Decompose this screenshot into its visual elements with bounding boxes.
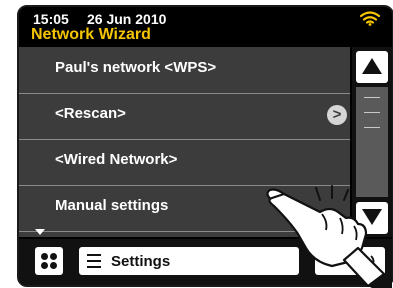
- grid-icon: [41, 262, 48, 269]
- scroll-up-button[interactable]: [356, 51, 388, 83]
- menu-item-label: <Wired Network>: [55, 151, 178, 168]
- menu-item-label: Paul's network <WPS>: [55, 59, 217, 76]
- status-time: 15:05: [33, 11, 69, 27]
- menu-item-wired-network[interactable]: <Wired Network>: [19, 139, 350, 186]
- menu-item-pauls-network[interactable]: Paul's network <WPS>: [19, 47, 350, 94]
- pointing-hand-icon: [266, 185, 392, 288]
- menu-icon: [87, 254, 101, 268]
- wifi-icon: [359, 11, 381, 26]
- grid-icon: [50, 262, 57, 269]
- status-bar: 15:05 26 Jun 2010 Network Wizard: [19, 7, 392, 43]
- page-title: Network Wizard: [31, 26, 151, 43]
- grid-button[interactable]: [35, 247, 63, 275]
- scroll-tick: [364, 112, 380, 113]
- grid-icon: [41, 253, 48, 260]
- more-below-indicator: [35, 229, 45, 235]
- scroll-tick: [364, 127, 380, 128]
- scroll-track[interactable]: [356, 87, 388, 197]
- menu-item-label: Manual settings: [55, 197, 169, 214]
- grid-icon: [50, 253, 57, 260]
- arrow-up-icon: [362, 58, 382, 74]
- menu-item-rescan[interactable]: <Rescan> >: [19, 93, 350, 140]
- settings-label: Settings: [111, 253, 171, 270]
- scroll-tick: [364, 97, 380, 98]
- status-date: 26 Jun 2010: [87, 11, 167, 27]
- chevron-right-icon[interactable]: >: [327, 105, 347, 125]
- menu-item-label: <Rescan>: [55, 105, 126, 122]
